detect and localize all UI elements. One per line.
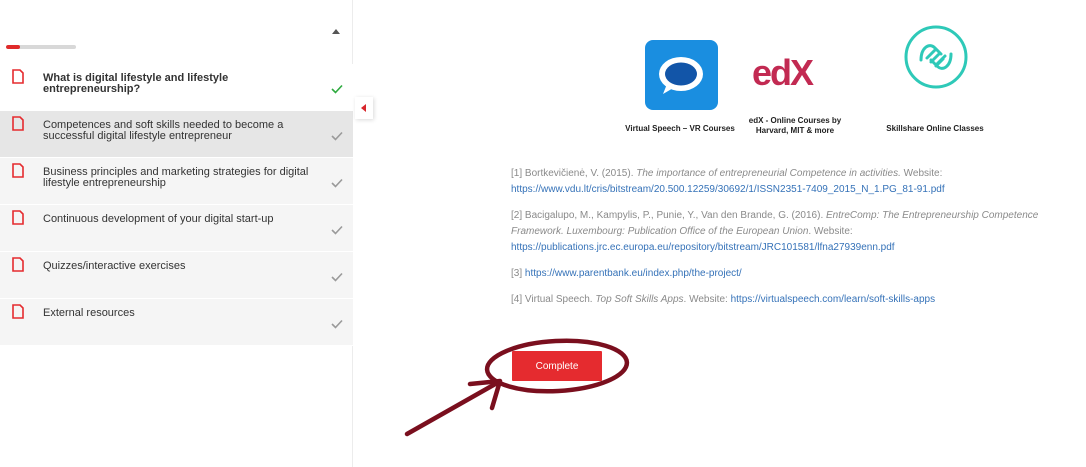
app-label-line: edX - Online Courses by [748, 116, 842, 125]
document-icon [12, 69, 24, 84]
reference-website-label: Website: [900, 168, 943, 179]
app-label: Skillshare Online Classes [886, 124, 984, 133]
checkmark-icon [331, 178, 343, 188]
chat-bubble-logo-icon [645, 40, 718, 110]
lesson-title: What is digital lifestyle and lifestyle … [43, 72, 229, 95]
reference-link[interactable]: https://publications.jrc.ec.europa.eu/re… [511, 242, 895, 253]
checkmark-icon [331, 131, 343, 141]
document-icon [12, 116, 24, 131]
reference-authors: [2] Bacigalupo, M., Kampylis, P., Punie,… [511, 210, 826, 221]
document-icon [12, 304, 24, 319]
checkmark-icon [331, 319, 343, 329]
lesson-item[interactable]: External resources [0, 299, 353, 346]
lesson-title: Quizzes/interactive exercises [43, 260, 186, 272]
lesson-title: Continuous development of your digital s… [43, 213, 274, 225]
edx-logo-icon: edX [752, 52, 832, 93]
reference-website-label: . Website: [808, 226, 853, 237]
lesson-item[interactable]: Quizzes/interactive exercises [0, 252, 353, 299]
reference-item: [1] Bortkevičienė, V. (2015). The import… [511, 166, 1081, 198]
app-label-line: Harvard, MIT & more [755, 126, 835, 135]
lesson-item[interactable]: What is digital lifestyle and lifestyle … [0, 64, 353, 111]
app-logos: Virtual Speech – VR Courses edX edX - On… [600, 10, 1030, 150]
sidebar-toggle-chevron-left-icon[interactable] [355, 97, 373, 119]
lesson-item[interactable]: Continuous development of your digital s… [0, 205, 353, 252]
reference-item: [3] https://www.parentbank.eu/index.php/… [511, 266, 1081, 282]
lesson-sidebar: What is digital lifestyle and lifestyle … [0, 0, 353, 467]
lesson-title: Business principles and marketing strate… [43, 166, 309, 189]
checkmark-icon [331, 225, 343, 235]
edx-logo-text: edX [752, 52, 814, 93]
lesson-item[interactable]: Business principles and marketing strate… [0, 158, 353, 205]
document-icon [12, 163, 24, 178]
lesson-title: Competences and soft skills needed to be… [43, 119, 284, 142]
hands-logo-icon [904, 25, 968, 89]
document-icon [12, 210, 24, 225]
reference-item: [2] Bacigalupo, M., Kampylis, P., Punie,… [511, 208, 1081, 256]
reference-list: [1] Bortkevičienė, V. (2015). The import… [511, 166, 1081, 318]
course-progress-bar [6, 45, 76, 49]
reference-item: [4] Virtual Speech. Top Soft Skills Apps… [511, 292, 1081, 308]
annotation-arrow-shaft [404, 380, 500, 437]
lesson-item[interactable]: Competences and soft skills needed to be… [0, 111, 353, 158]
reference-link[interactable]: https://www.vdu.lt/cris/bitstream/20.500… [511, 184, 945, 195]
reference-number: [3] [511, 268, 525, 279]
sidebar-header [0, 0, 353, 60]
lesson-list: What is digital lifestyle and lifestyle … [0, 64, 353, 346]
reference-title: Top Soft Skills Apps [595, 294, 684, 305]
reference-link[interactable]: https://www.parentbank.eu/index.php/the-… [525, 268, 742, 279]
reference-authors: [4] Virtual Speech. [511, 294, 596, 305]
lesson-title: External resources [43, 307, 135, 319]
reference-authors: [1] Bortkevičienė, V. (2015). [511, 168, 637, 179]
complete-button[interactable]: Complete [512, 351, 602, 381]
collapse-chevron-up-icon[interactable] [331, 26, 343, 38]
reference-title: The importance of entrepreneurial Compet… [636, 168, 901, 179]
document-icon [12, 257, 24, 272]
checkmark-icon [331, 84, 343, 94]
app-label: edX - Online Courses by Harvard, MIT & m… [720, 116, 870, 136]
course-progress-fill [6, 45, 20, 49]
reference-website-label: . Website: [683, 294, 731, 305]
annotation-arrow-head [467, 378, 503, 411]
reference-link[interactable]: https://virtualspeech.com/learn/soft-ski… [731, 294, 936, 305]
checkmark-icon [331, 272, 343, 282]
